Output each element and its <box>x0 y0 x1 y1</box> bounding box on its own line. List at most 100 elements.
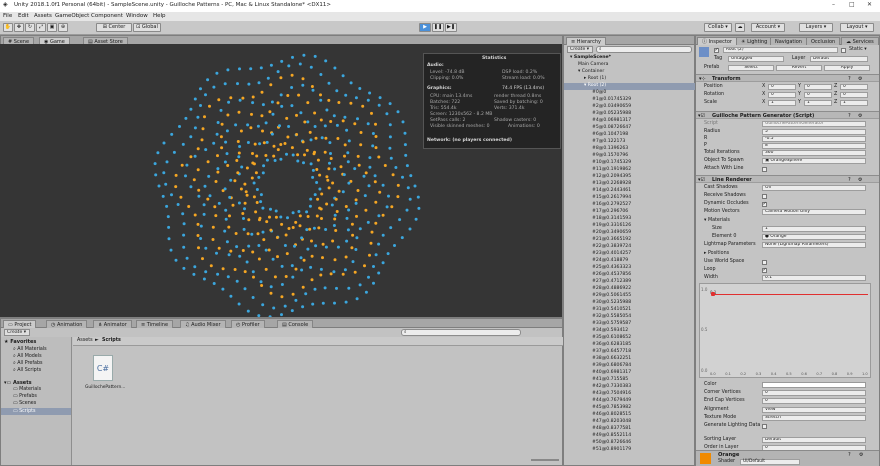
hierarchy-item[interactable]: #43@0.7504916 <box>592 391 631 396</box>
hierarchy-item[interactable]: #48@0.8377581 <box>592 426 631 431</box>
hierarchy-item[interactable]: #17@0.296706 <box>592 209 628 214</box>
hierarchy-item[interactable]: #37@0.6457718 <box>592 349 631 354</box>
space-toggle[interactable]: ⊡ Global <box>133 23 161 32</box>
loop-checkbox[interactable] <box>762 267 767 273</box>
hierarchy-item[interactable]: #21@0.3665192 <box>592 237 631 242</box>
project-create-button[interactable]: Create ▾ <box>4 329 30 336</box>
hierarchy-item[interactable]: #2@0.03490659 <box>592 104 631 109</box>
hierarchy-item[interactable]: #24@0.418879 <box>592 258 628 263</box>
position-z-field[interactable]: 0 <box>840 84 868 90</box>
dynamic-occludes-checkbox[interactable] <box>762 201 767 207</box>
fav-all-prefabs[interactable]: ⌕ All Prefabs <box>13 360 43 366</box>
help-icon[interactable]: ? <box>848 177 851 183</box>
r-field[interactable]: -0.5 <box>762 136 866 142</box>
hierarchy-item[interactable]: #34@0.593412 <box>592 328 628 333</box>
rotation-z-field[interactable]: 0 <box>840 92 868 98</box>
sorting-layer-select[interactable]: Default <box>762 437 866 443</box>
prefab-revert-button[interactable]: Revert <box>776 65 822 71</box>
hierarchy-item[interactable]: #45@0.7853982 <box>592 405 631 410</box>
end-cap-field[interactable]: 0 <box>762 398 866 404</box>
assets-header[interactable]: ▾▭ Assets <box>4 380 32 386</box>
tab-services[interactable]: ☁ Services <box>841 37 879 45</box>
fav-all-scripts[interactable]: ⌕ All Scripts <box>13 367 41 373</box>
tab-profiler[interactable]: ◴ Profiler <box>231 320 265 328</box>
hierarchy-item[interactable]: #46@0.8028515 <box>592 412 631 417</box>
hierarchy-item[interactable]: #42@0.7330383 <box>592 384 631 389</box>
hierarchy-item[interactable]: #9@0.1570796 <box>592 153 628 158</box>
receive-shadows-checkbox[interactable] <box>762 194 767 199</box>
tab-lighting[interactable]: ☀ Lighting <box>736 37 773 45</box>
hierarchy-item[interactable]: ▾ Container <box>578 69 604 74</box>
layer-select[interactable]: Default <box>810 56 868 62</box>
play-button[interactable]: ▶ <box>419 23 431 32</box>
tab-inspector[interactable]: ⓘ Inspector <box>697 37 737 45</box>
menu-edit[interactable]: Edit <box>18 13 29 19</box>
hierarchy-item[interactable]: #44@0.7679449 <box>592 398 631 403</box>
hierarchy-item[interactable]: #5@0.08726647 <box>592 125 631 130</box>
lightmap-params-field[interactable]: None (Lightmap Parameters) <box>762 242 866 248</box>
close-button[interactable]: ✕ <box>867 1 872 8</box>
settings-icon[interactable]: ⚙ <box>858 177 862 183</box>
hierarchy-item[interactable]: #15@0.2617994 <box>592 195 631 200</box>
hierarchy-item[interactable]: #38@0.6632251 <box>592 356 631 361</box>
scene-root[interactable]: ▾ SampleScene* <box>570 55 611 60</box>
hierarchy-item[interactable]: #33@0.5759587 <box>592 321 631 326</box>
hierarchy-item[interactable]: #50@0.8726646 <box>592 440 631 445</box>
hierarchy-item[interactable]: #6@0.1047198 <box>592 132 628 137</box>
motion-vectors-select[interactable]: Camera Motion Only <box>762 209 866 215</box>
tab-audio-mixer[interactable]: ♫ Audio Mixer <box>180 320 226 328</box>
material-preview[interactable]: Orange Shader UI/Default ? ⚙ <box>696 450 879 466</box>
rotate-tool-button[interactable]: ↻ <box>25 23 35 32</box>
active-checkbox[interactable] <box>714 47 719 53</box>
hierarchy-item[interactable]: #8@0.1396263 <box>592 146 628 151</box>
scale-x-field[interactable]: 1 <box>768 100 796 106</box>
curve-key-start[interactable] <box>711 292 715 296</box>
hierarchy-item[interactable]: #20@0.3490659 <box>592 230 631 235</box>
hierarchy-item[interactable]: #18@0.3141593 <box>592 216 631 221</box>
hierarchy-item[interactable]: #40@0.6981317 <box>592 370 631 375</box>
menu-gameobject[interactable]: GameObject <box>55 13 89 19</box>
tab-console[interactable]: ▤ Console <box>277 320 314 328</box>
tab-project[interactable]: ▭ Project <box>3 320 37 328</box>
position-y-field[interactable]: 0 <box>804 84 832 90</box>
materials-label[interactable]: ▾ Materials <box>704 218 730 223</box>
corner-vertices-field[interactable]: 0 <box>762 390 866 396</box>
width-curve-editor[interactable]: 1.0 0.5 0.0 0.1 0.0 0.1 0.2 0.3 0.4 0.5 0.6 0.7… <box>699 283 871 378</box>
hand-tool-button[interactable]: ✋ <box>3 23 13 32</box>
move-tool-button[interactable]: ✥ <box>14 23 24 32</box>
gen-lighting-checkbox[interactable] <box>762 424 767 429</box>
hierarchy-item[interactable]: #3@0.05235988 <box>592 111 631 116</box>
rotation-x-field[interactable]: 0 <box>768 92 796 98</box>
transform-tool-button[interactable]: ⊕ <box>58 23 68 32</box>
settings-icon[interactable]: ⚙ <box>858 113 862 119</box>
prefab-apply-button[interactable]: Apply <box>824 65 870 71</box>
fav-all-models[interactable]: ⌕ All Models <box>13 353 42 359</box>
settings-icon[interactable]: ⚙ <box>858 76 862 82</box>
hierarchy-item[interactable]: #11@0.1919862 <box>592 167 631 172</box>
fav-all-materials[interactable]: ⌕ All Materials <box>13 346 47 352</box>
width-field[interactable]: 0.1 <box>762 275 866 281</box>
hierarchy-item[interactable]: #14@0.2443461 <box>592 188 631 193</box>
iterations-field[interactable]: 360 <box>762 150 866 156</box>
hierarchy-item[interactable]: #10@0.1745329 <box>592 160 631 165</box>
hierarchy-item[interactable]: #12@0.2094395 <box>592 174 631 179</box>
menu-component[interactable]: Component <box>91 13 123 19</box>
tab-hierarchy[interactable]: ≡ Hierarchy <box>566 37 606 45</box>
hierarchy-item[interactable]: #41@0.715585 <box>592 377 628 382</box>
hierarchy-item[interactable]: #26@0.4537856 <box>592 272 631 277</box>
scale-z-field[interactable]: 1 <box>840 100 868 106</box>
color-gradient-field[interactable] <box>762 382 866 388</box>
step-button[interactable]: ▶❚ <box>445 23 457 32</box>
object-name-field[interactable]: Root (2) <box>723 47 838 53</box>
rect-tool-button[interactable]: ▣ <box>47 23 57 32</box>
element0-field[interactable]: ● Orange <box>762 234 866 240</box>
transform-header[interactable]: ▾⊹ Transform ? ⚙ <box>696 74 879 82</box>
icon-size-slider[interactable] <box>531 459 559 461</box>
menu-help[interactable]: Help <box>153 13 166 19</box>
hierarchy-item[interactable]: #28@0.4886922 <box>592 286 631 291</box>
breadcrumb-scripts[interactable]: Scripts <box>102 338 121 343</box>
hierarchy-item[interactable]: #29@0.5061455 <box>592 293 631 298</box>
hierarchy-item-selected[interactable]: ▾ Root (2) <box>584 83 606 88</box>
rotation-y-field[interactable]: 0 <box>804 92 832 98</box>
cast-shadows-select[interactable]: Off <box>762 185 866 191</box>
